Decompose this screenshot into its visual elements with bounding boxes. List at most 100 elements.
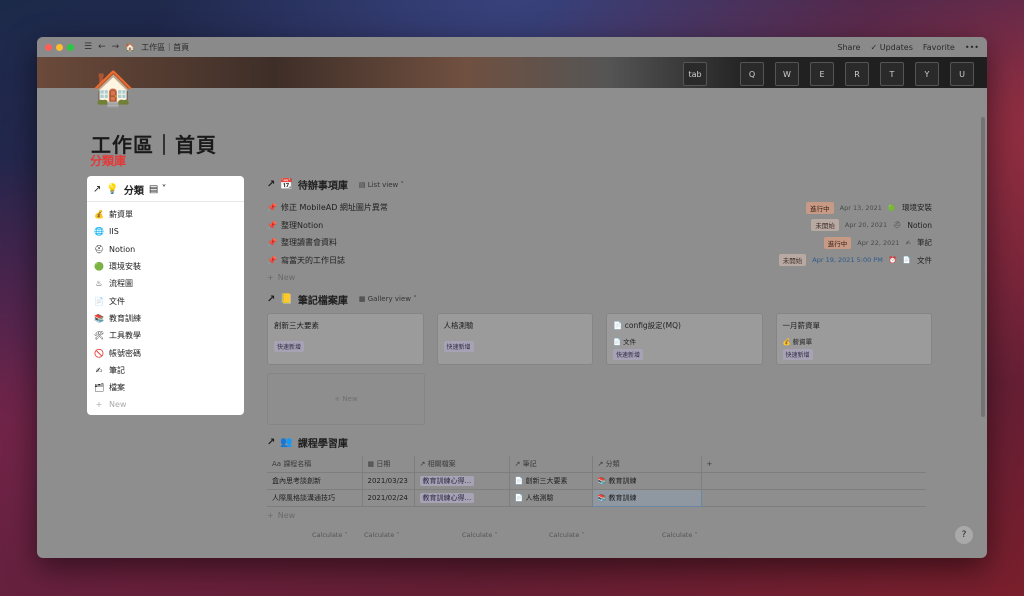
view-switcher[interactable]: ▤ List view ˅ — [359, 181, 404, 189]
card-title: 一月薪資單 — [782, 320, 821, 330]
file-cell[interactable]: 教育訓練心得... — [414, 489, 510, 507]
notes-database-header: ↗ 📒 筆記檔案庫 ▦ Gallery view ˅ — [267, 292, 932, 307]
list-item[interactable]: ♨ 流程圖 — [87, 275, 244, 292]
task-category: Notion — [907, 220, 932, 230]
table-row[interactable]: 📌 寫當天的工作日誌 未開始 Apr 19, 2021 5:00 PM ⏰ 📄 … — [267, 252, 932, 270]
tools-icon: 🛠 — [94, 331, 105, 341]
gallery-card[interactable]: 創新三大要素 快速新增 — [267, 312, 424, 365]
books-icon: 📚 — [94, 313, 104, 323]
share-button[interactable]: Share — [837, 43, 860, 52]
list-item[interactable]: 🌐 IIS — [87, 223, 244, 240]
task-date: Apr 13, 2021 — [839, 203, 882, 212]
category-database-header: ↗ 💡 分類 ▤ ˅ — [87, 176, 244, 202]
zoom-window-button[interactable] — [67, 43, 74, 51]
task-title: 寫當天的工作日誌 — [280, 255, 345, 265]
table-row[interactable]: 📌 修正 MobileAD 網址圖片異常 進行中 Apr 13, 2021 🟢 … — [267, 199, 932, 217]
course-name-cell[interactable]: 盒內思考談創新 — [267, 472, 363, 490]
card-index-icon: 🗂 — [94, 383, 105, 393]
course-name-cell[interactable]: 人際風格談溝通技巧 — [267, 489, 363, 507]
favorite-button[interactable]: Favorite — [923, 43, 955, 52]
open-link-arrow-icon[interactable]: ↗ — [267, 294, 275, 305]
file-cell[interactable]: 教育訓練心得... — [414, 472, 510, 490]
notes-database-title[interactable]: 筆記檔案庫 — [298, 292, 348, 307]
hot-springs-icon: ♨ — [95, 279, 103, 289]
note-link: 創新三大要素 — [525, 477, 568, 485]
minimize-window-button[interactable] — [56, 43, 63, 51]
page-icon[interactable]: 🏠 — [92, 69, 134, 109]
new-card-button[interactable]: + New — [267, 372, 425, 425]
table-row[interactable]: 人際風格談溝通技巧 2021/02/24 教育訓練心得... 📄 人格測驗 📚 … — [267, 489, 926, 507]
new-item-button[interactable]: + New — [87, 396, 244, 413]
task-title: 整理讀書會資料 — [280, 238, 337, 248]
course-database-title[interactable]: 課程學習庫 — [298, 435, 348, 450]
date-cell[interactable]: 2021/03/23 — [362, 472, 415, 490]
new-row-button[interactable]: + New — [267, 507, 932, 525]
list-view-icon: ▤ — [358, 180, 366, 189]
calculate-button[interactable]: Calculate ˅ — [509, 531, 592, 539]
table-row[interactable]: 📌 整理Notion 未開始 Apr 20, 2021 ⛑ Notion — [267, 217, 932, 235]
list-view-icon[interactable]: ▤ ˅ — [149, 184, 167, 195]
scrollbar[interactable] — [981, 117, 985, 417]
more-options-button[interactable]: ••• — [965, 43, 979, 52]
note-cell[interactable]: 📄 創新三大要素 — [509, 472, 593, 490]
column-header[interactable]: ↗ 分類 — [592, 455, 702, 473]
add-column-button[interactable]: + — [701, 455, 926, 473]
list-item[interactable]: 🟢 環境安裝 — [87, 258, 244, 275]
table-row[interactable]: 盒內思考談創新 2021/03/23 教育訓練心得... 📄 創新三大要素 📚 … — [267, 472, 926, 490]
cover-image: tab Q W E R T Y U — [37, 57, 987, 88]
column-header[interactable]: ▦ 日期 — [362, 455, 415, 473]
sidebar-toggle-icon[interactable]: ☰ — [84, 42, 92, 52]
column-header[interactable]: ↗ 相關檔案 — [414, 455, 510, 473]
back-arrow-icon[interactable]: ← — [98, 42, 106, 52]
list-item[interactable]: 🛠 工具教學 — [87, 327, 244, 344]
globe-icon: 🌐 — [94, 227, 104, 237]
card-title: config設定(MQ) — [624, 320, 681, 330]
list-item[interactable]: ✍ 筆記 — [87, 362, 244, 379]
green-circle-icon: 🟢 — [887, 203, 896, 212]
view-switcher[interactable]: ▦ Gallery view ˅ — [359, 295, 417, 303]
help-button[interactable]: ? — [955, 526, 973, 544]
document-icon: 📄 — [613, 337, 622, 346]
empty-cell — [701, 489, 926, 507]
calculate-button[interactable]: Calculate ˅ — [362, 531, 414, 539]
updates-button[interactable]: ✓ Updates — [870, 43, 912, 52]
list-item[interactable]: 📄 文件 — [87, 292, 244, 309]
todo-database-title[interactable]: 待辦事項庫 — [298, 177, 348, 192]
open-link-arrow-icon[interactable]: ↗ — [93, 184, 101, 195]
table-header-row: Aa 課程名稱 ▦ 日期 ↗ 相關檔案 ↗ 筆記 ↗ 分類 + — [267, 455, 926, 473]
pushpin-icon: 📌 — [267, 238, 277, 248]
category-database-title[interactable]: 分類 — [124, 182, 144, 197]
breadcrumb[interactable]: 工作區｜首頁 — [141, 42, 189, 53]
table-row[interactable]: 📌 整理讀書會資料 進行中 Apr 22, 2021 ✍ 筆記 — [267, 234, 932, 252]
forward-arrow-icon[interactable]: → — [112, 42, 120, 52]
note-link: 人格測驗 — [525, 494, 554, 502]
gallery-grid: 創新三大要素 快速新增 人格測驗 快速新增 📄 config設定(MQ) 📄 文… — [267, 312, 932, 365]
new-card-label: New — [342, 394, 358, 403]
date-cell[interactable]: 2021/02/24 — [362, 489, 415, 507]
task-category: 文件 — [917, 255, 932, 265]
category-cell[interactable]: 📚 教育訓練 — [591, 489, 702, 507]
list-item[interactable]: 📚 教育訓練 — [87, 310, 244, 327]
calculate-button[interactable]: Calculate ˅ — [414, 531, 509, 539]
gallery-card[interactable]: 📄 config設定(MQ) 📄 文件 快速新增 — [606, 312, 763, 365]
open-link-arrow-icon[interactable]: ↗ — [267, 437, 275, 448]
calculate-button[interactable]: Calculate ˅ — [592, 531, 701, 539]
note-cell[interactable]: 📄 人格測驗 — [509, 489, 593, 507]
close-window-button[interactable] — [45, 43, 52, 51]
new-item-button[interactable]: + New — [267, 269, 932, 287]
gallery-card[interactable]: 一月薪資單 💰 薪資單 快速新增 — [775, 312, 932, 365]
list-item[interactable]: 💰 薪資單 — [87, 206, 244, 223]
open-link-arrow-icon[interactable]: ↗ — [267, 179, 275, 190]
plus-icon: + — [267, 273, 274, 283]
calculate-button[interactable]: Calculate ˅ — [267, 531, 362, 539]
category-cell[interactable]: 📚 教育訓練 — [592, 472, 702, 490]
column-header[interactable]: Aa 課程名稱 — [267, 455, 363, 473]
traffic-lights — [45, 43, 74, 51]
list-item[interactable]: ⛑ Notion — [87, 241, 244, 258]
list-item-label: 工具教學 — [109, 331, 141, 341]
gallery-card[interactable]: 人格測驗 快速新增 — [436, 312, 593, 365]
column-header[interactable]: ↗ 筆記 — [509, 455, 593, 473]
list-item[interactable]: 🚫 帳號密碼 — [87, 344, 244, 361]
money-bag-icon: 💰 — [782, 337, 791, 346]
list-item[interactable]: 🗂 檔案 — [87, 379, 244, 396]
